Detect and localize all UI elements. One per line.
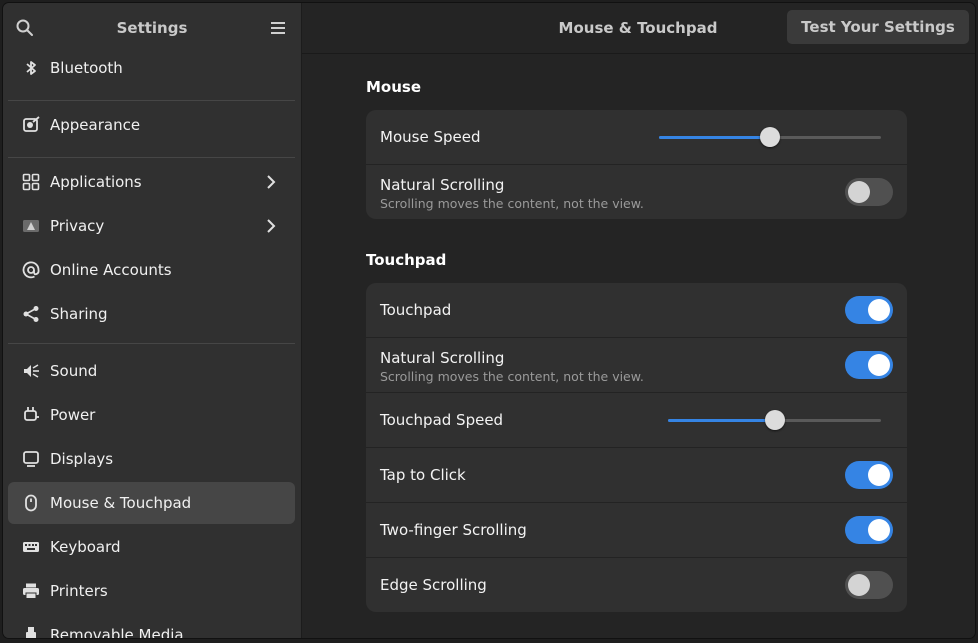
sidebar-item-sound[interactable]: Sound xyxy=(8,350,295,392)
sidebar-header: Settings xyxy=(3,3,301,53)
sidebar-item-applications[interactable]: Applications xyxy=(8,161,295,203)
slider-fill xyxy=(659,136,770,139)
touchpad-natural-scrolling-toggle[interactable] xyxy=(845,351,893,379)
usb-icon xyxy=(26,627,36,638)
privacy-icon xyxy=(23,220,39,232)
touchpad-section-title: Touchpad xyxy=(366,251,447,269)
chevron-right-icon xyxy=(267,219,276,233)
mouse-section-title: Mouse xyxy=(366,78,422,96)
mouse-icon xyxy=(25,494,37,512)
slider-handle[interactable] xyxy=(760,127,780,147)
mouse-speed-label: Mouse Speed xyxy=(380,128,481,146)
sidebar-item-sharing[interactable]: Sharing xyxy=(8,293,295,335)
touchpad-row: Touchpad xyxy=(366,283,907,338)
sidebar-item-label: Bluetooth xyxy=(50,59,123,77)
chevron-right-icon xyxy=(267,175,276,189)
touchpad-toggle[interactable] xyxy=(845,296,893,324)
sidebar-item-label: Mouse & Touchpad xyxy=(50,494,192,512)
settings-window: Settings Bluetooth Appearance Applicatio… xyxy=(3,3,975,638)
sidebar-item-label: Privacy xyxy=(50,217,105,235)
touchpad-natural-scrolling-label: Natural Scrolling xyxy=(380,349,505,367)
sidebar-item-keyboard[interactable]: Keyboard xyxy=(8,526,295,568)
slider-fill xyxy=(668,419,775,422)
toggle-knob xyxy=(868,519,890,541)
sidebar-item-mouse-touchpad[interactable]: Mouse & Touchpad xyxy=(8,482,295,524)
sidebar-item-appearance[interactable]: Appearance xyxy=(8,104,295,146)
tap-to-click-toggle[interactable] xyxy=(845,461,893,489)
sidebar-item-label: Displays xyxy=(50,450,114,468)
main-panel: Mouse & Touchpad Test Your Settings Mous… xyxy=(302,3,975,638)
sidebar-separator xyxy=(8,343,295,344)
touchpad-natural-scrolling-row: Natural Scrolling Scrolling moves the co… xyxy=(366,338,907,393)
sidebar-title: Settings xyxy=(116,19,188,37)
touchpad-settings-group: Touchpad Natural Scrolling Scrolling mov… xyxy=(366,283,907,612)
sidebar-separator xyxy=(8,157,295,158)
mouse-natural-scrolling-row: Natural Scrolling Scrolling moves the co… xyxy=(366,165,907,219)
sidebar-item-label: Applications xyxy=(50,173,142,191)
sidebar-item-label: Sharing xyxy=(50,305,108,323)
sidebar-separator xyxy=(8,100,295,101)
printer-icon xyxy=(23,583,39,599)
touchpad-speed-label: Touchpad Speed xyxy=(380,411,504,429)
mouse-natural-scrolling-subtitle: Scrolling moves the content, not the vie… xyxy=(380,196,644,211)
touchpad-speed-slider[interactable] xyxy=(668,410,881,430)
sidebar-item-privacy[interactable]: Privacy xyxy=(8,205,295,247)
mouse-natural-scrolling-toggle[interactable] xyxy=(845,178,893,206)
sidebar-item-label: Online Accounts xyxy=(50,261,172,279)
sidebar-item-label: Sound xyxy=(50,362,98,380)
tap-to-click-label: Tap to Click xyxy=(380,466,466,484)
sidebar-item-label: Appearance xyxy=(50,116,141,134)
share-icon xyxy=(23,306,39,322)
edge-scrolling-label: Edge Scrolling xyxy=(380,576,487,594)
toggle-knob xyxy=(868,354,890,376)
test-settings-button[interactable]: Test Your Settings xyxy=(787,10,969,44)
hamburger-menu-icon[interactable] xyxy=(268,18,288,38)
sidebar-item-bluetooth[interactable]: Bluetooth xyxy=(8,53,295,89)
two-finger-scrolling-label: Two-finger Scrolling xyxy=(380,521,527,539)
touchpad-speed-row: Touchpad Speed xyxy=(366,393,907,448)
at-sign-icon xyxy=(22,261,40,279)
toggle-knob xyxy=(848,181,870,203)
sidebar-item-displays[interactable]: Displays xyxy=(8,438,295,480)
edge-scrolling-toggle[interactable] xyxy=(845,571,893,599)
sidebar-item-label: Keyboard xyxy=(50,538,121,556)
sidebar: Settings Bluetooth Appearance Applicatio… xyxy=(3,3,302,638)
sidebar-item-printers[interactable]: Printers xyxy=(8,570,295,612)
tap-to-click-row: Tap to Click xyxy=(366,448,907,503)
mouse-natural-scrolling-label: Natural Scrolling xyxy=(380,176,505,194)
edge-scrolling-row: Edge Scrolling xyxy=(366,558,907,612)
mouse-speed-slider[interactable] xyxy=(659,127,881,147)
slider-handle[interactable] xyxy=(764,410,785,430)
sidebar-item-label: Removable Media xyxy=(50,626,184,638)
toggle-knob xyxy=(868,299,890,321)
mouse-speed-row: Mouse Speed xyxy=(366,110,907,165)
power-plug-icon xyxy=(24,407,39,421)
toggle-knob xyxy=(868,464,890,486)
sidebar-item-label: Power xyxy=(50,406,96,424)
appearance-icon xyxy=(23,116,40,132)
sidebar-item-power[interactable]: Power xyxy=(8,394,295,436)
sidebar-item-removable-media[interactable]: Removable Media xyxy=(8,614,295,638)
bluetooth-icon xyxy=(26,61,36,75)
touchpad-label: Touchpad xyxy=(380,301,452,319)
keyboard-icon xyxy=(23,542,39,552)
mouse-settings-group: Mouse Speed Natural Scrolling Scrolling … xyxy=(366,110,907,219)
touchpad-natural-scrolling-subtitle: Scrolling moves the content, not the vie… xyxy=(380,369,644,384)
sidebar-item-online-accounts[interactable]: Online Accounts xyxy=(8,249,295,291)
toggle-knob xyxy=(848,574,870,596)
sidebar-list: Bluetooth Appearance Applications Privac… xyxy=(3,53,301,638)
main-header: Mouse & Touchpad Test Your Settings xyxy=(302,3,975,54)
applications-icon xyxy=(22,173,40,191)
display-icon xyxy=(23,451,39,467)
sidebar-item-label: Printers xyxy=(50,582,108,600)
two-finger-scrolling-row: Two-finger Scrolling xyxy=(366,503,907,558)
speaker-icon xyxy=(24,364,39,378)
two-finger-scrolling-toggle[interactable] xyxy=(845,516,893,544)
